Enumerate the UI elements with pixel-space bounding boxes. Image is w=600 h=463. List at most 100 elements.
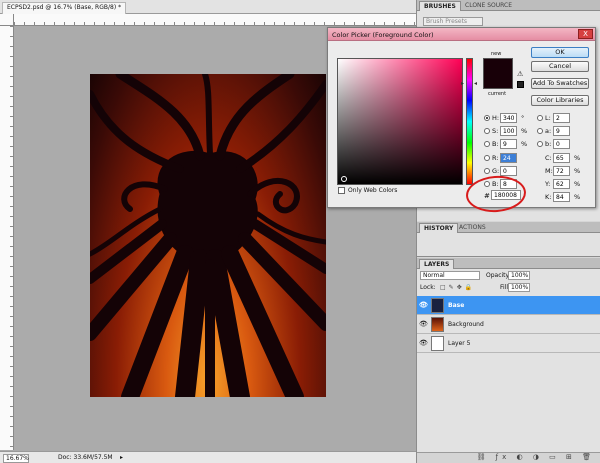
layer-row-layer-5[interactable]: 👁 Layer 5 — [417, 334, 600, 353]
hue-label: H: — [492, 114, 500, 122]
layer-name: Background — [448, 321, 484, 328]
lock-label: Lock: — [420, 284, 436, 291]
close-button[interactable]: X — [578, 29, 593, 39]
document-tab-bar: ECPSD2.psd @ 16.7% (Base, RGB/8) * — [0, 0, 416, 14]
red-label: R: — [492, 154, 499, 162]
dialog-titlebar[interactable]: Color Picker (Foreground Color) X — [328, 28, 595, 41]
saturation-radio[interactable] — [484, 128, 490, 134]
color-marker-icon[interactable] — [341, 176, 347, 182]
hue-slider[interactable] — [466, 58, 473, 185]
magenta-input[interactable] — [553, 166, 570, 176]
saturation-unit: % — [521, 127, 528, 135]
layer-name: Layer 5 — [448, 340, 471, 347]
lab-a-input[interactable] — [553, 126, 570, 136]
tab-layers[interactable]: LAYERS — [419, 259, 455, 269]
color-picker-dialog: Color Picker (Foreground Color) X ▸ ◂ On… — [327, 27, 596, 208]
ok-button[interactable]: OK — [531, 47, 589, 58]
yellow-label: Y: — [545, 180, 551, 188]
layers-panel: Normal Opacity: 100% Lock: □✎✥🔒 Fill: 10… — [417, 269, 600, 463]
black-label: K: — [545, 193, 552, 201]
lab-b-label: b: — [545, 140, 552, 148]
yellow-input[interactable] — [553, 179, 570, 189]
layer-footer-icons[interactable]: ⛓ ƒx ◐ ◑ ▭ ⊞ 🗑 — [417, 452, 600, 463]
add-to-swatches-button[interactable]: Add To Swatches — [531, 78, 589, 89]
tab-history[interactable]: HISTORY — [419, 223, 459, 233]
only-web-colors-checkbox[interactable]: Only Web Colors — [338, 187, 397, 194]
magenta-label: M: — [545, 167, 553, 175]
fill-input[interactable]: 100% — [508, 283, 530, 292]
hue-arrow-left-icon[interactable]: ▸ — [461, 80, 464, 87]
cyan-input[interactable] — [553, 153, 570, 163]
horizontal-ruler[interactable] — [14, 14, 416, 26]
eye-icon[interactable]: 👁 — [419, 301, 428, 310]
opacity-input[interactable]: 100% — [508, 271, 530, 280]
green-input[interactable] — [500, 166, 517, 176]
status-menu-arrow-icon[interactable]: ▸ — [120, 454, 123, 461]
brightness-input[interactable] — [500, 139, 517, 149]
dialog-title: Color Picker (Foreground Color) — [332, 31, 434, 39]
saturation-input[interactable] — [500, 126, 517, 136]
hue-unit: ° — [521, 114, 525, 122]
blend-row: Normal Opacity: 100% — [420, 271, 600, 282]
layer-thumbnail — [431, 298, 444, 313]
green-label: G: — [492, 167, 500, 175]
lab-l-label: L: — [545, 114, 551, 122]
opacity-label: Opacity: — [486, 272, 511, 279]
layer-thumbnail — [431, 317, 444, 332]
black-unit: % — [574, 193, 581, 201]
new-color-label: new — [491, 51, 502, 57]
artwork-silhouette — [90, 74, 326, 397]
color-libraries-button[interactable]: Color Libraries — [531, 95, 589, 106]
checkbox-icon[interactable] — [338, 187, 345, 194]
yellow-unit: % — [574, 180, 581, 188]
layer-name: Base — [448, 302, 465, 309]
ruler-corner[interactable] — [0, 14, 14, 26]
cyan-unit: % — [574, 154, 581, 162]
hue-radio[interactable] — [484, 115, 490, 121]
brushes-panel-tabs: BRUSHES CLONE SOURCE — [417, 0, 600, 11]
tab-actions[interactable]: ACTIONS — [455, 223, 490, 233]
history-panel — [417, 233, 600, 257]
lab-l-input[interactable] — [553, 113, 570, 123]
lab-a-radio[interactable] — [537, 128, 543, 134]
blend-mode-select[interactable]: Normal — [420, 271, 480, 280]
document-tab[interactable]: ECPSD2.psd @ 16.7% (Base, RGB/8) * — [2, 2, 127, 14]
color-swatch[interactable] — [483, 58, 513, 89]
lab-b-input[interactable] — [553, 139, 570, 149]
saturation-label: S: — [492, 127, 499, 135]
lab-b-radio[interactable] — [537, 141, 543, 147]
status-bar: 16.67% Doc: 33.6M/57.5M ▸ — [0, 451, 416, 463]
eye-icon[interactable]: 👁 — [419, 320, 428, 329]
red-radio[interactable] — [484, 155, 490, 161]
canvas-artwork[interactable] — [90, 74, 326, 397]
lock-row: Lock: □✎✥🔒 Fill: 100% — [420, 283, 600, 294]
web-safe-cube-icon[interactable] — [517, 81, 524, 88]
brush-presets-button[interactable]: Brush Presets — [423, 17, 483, 26]
tab-clone-source[interactable]: CLONE SOURCE — [461, 1, 516, 11]
out-of-gamut-icon[interactable]: ⚠ — [517, 70, 523, 78]
red-input[interactable] — [500, 153, 517, 163]
cyan-label: C: — [545, 154, 552, 162]
black-input[interactable] — [553, 192, 570, 202]
green-radio[interactable] — [484, 168, 490, 174]
brightness-label: B: — [492, 140, 499, 148]
saturation-brightness-field[interactable] — [337, 58, 463, 185]
brightness-radio[interactable] — [484, 141, 490, 147]
layer-row-base[interactable]: 👁 Base — [417, 296, 600, 315]
lab-l-radio[interactable] — [537, 115, 543, 121]
only-web-colors-label: Only Web Colors — [348, 187, 398, 194]
zoom-field[interactable]: 16.67% — [3, 454, 29, 463]
cancel-button[interactable]: Cancel — [531, 61, 589, 72]
hue-arrow-right-icon[interactable]: ◂ — [474, 80, 477, 87]
layers-panel-tabs: LAYERS — [417, 258, 600, 269]
brightness-unit: % — [521, 140, 528, 148]
layer-row-background[interactable]: 👁 Background — [417, 315, 600, 334]
vertical-ruler[interactable] — [0, 26, 14, 450]
magenta-unit: % — [574, 167, 581, 175]
lock-options-icon[interactable]: □✎✥🔒 — [440, 284, 475, 291]
lab-a-label: a: — [545, 127, 552, 135]
doc-size-info[interactable]: Doc: 33.6M/57.5M — [58, 454, 113, 461]
hue-input[interactable] — [500, 113, 517, 123]
eye-icon[interactable]: 👁 — [419, 339, 428, 348]
tab-brushes[interactable]: BRUSHES — [419, 1, 461, 11]
